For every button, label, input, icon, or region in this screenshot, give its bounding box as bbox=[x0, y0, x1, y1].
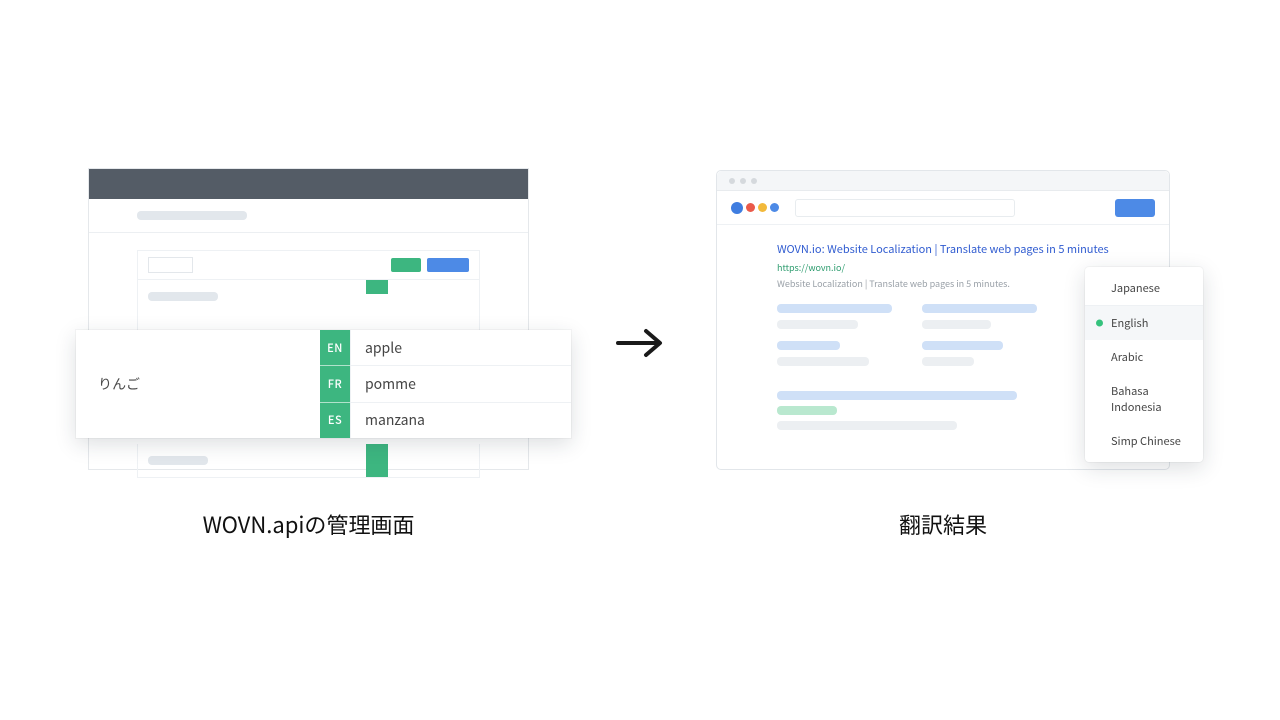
result-desc: Website Localization | Translate web pag… bbox=[777, 277, 1109, 290]
placeholder-line bbox=[148, 292, 218, 301]
placeholder-line bbox=[777, 421, 957, 430]
translation-track bbox=[366, 280, 388, 294]
placeholder-line bbox=[922, 341, 1003, 350]
language-option-label: English bbox=[1111, 315, 1148, 331]
selected-marker-icon bbox=[1096, 320, 1103, 327]
admin-filter-row bbox=[137, 250, 480, 280]
left-caption: WOVN.apiの管理画面 bbox=[88, 508, 529, 540]
placeholder-line bbox=[777, 320, 858, 329]
placeholder-line bbox=[777, 357, 869, 366]
translation-overlay: りんご EN FR ES apple pomme manzana bbox=[76, 330, 571, 438]
language-option[interactable]: Arabic bbox=[1085, 340, 1203, 374]
browser-titlebar bbox=[717, 171, 1169, 191]
filter-input[interactable] bbox=[148, 257, 193, 273]
lang-badge[interactable]: FR bbox=[320, 366, 350, 402]
placeholder-line bbox=[777, 406, 837, 415]
placeholder-line bbox=[777, 391, 1017, 400]
admin-titlebar bbox=[89, 169, 528, 199]
translation-cell[interactable]: manzana bbox=[351, 403, 571, 438]
browser-toolbar bbox=[717, 191, 1169, 225]
language-option[interactable]: Bahasa Indonesia bbox=[1085, 374, 1203, 424]
placeholder-line bbox=[922, 304, 1037, 313]
placeholder-line bbox=[922, 357, 974, 366]
placeholder-footer bbox=[777, 391, 1109, 430]
translation-cell[interactable]: apple bbox=[351, 330, 571, 366]
admin-subbar bbox=[89, 199, 528, 233]
translation-column: apple pomme manzana bbox=[350, 330, 571, 438]
placeholder-line bbox=[777, 304, 892, 313]
admin-entry-row bbox=[137, 444, 480, 478]
language-option[interactable]: Japanese bbox=[1085, 271, 1203, 306]
placeholder-line bbox=[922, 320, 991, 329]
result-url[interactable]: https://wovn.io/ bbox=[777, 261, 1109, 274]
traffic-light-icon bbox=[751, 178, 757, 184]
placeholder-line bbox=[137, 211, 247, 220]
lang-badge-column: EN FR ES bbox=[320, 330, 350, 438]
arrow-right-icon bbox=[616, 325, 664, 361]
placeholder-line bbox=[148, 456, 208, 465]
traffic-light-icon bbox=[729, 178, 735, 184]
translation-cell[interactable]: pomme bbox=[351, 366, 571, 402]
right-caption: 翻訳結果 bbox=[716, 508, 1170, 540]
translation-track bbox=[366, 444, 388, 477]
lang-badge[interactable]: ES bbox=[320, 403, 350, 438]
source-term: りんご bbox=[76, 330, 320, 438]
logo-icon bbox=[731, 202, 779, 214]
result-title[interactable]: WOVN.io: Website Localization | Translat… bbox=[777, 241, 1109, 257]
go-button[interactable] bbox=[1115, 199, 1155, 217]
language-option[interactable]: Simp Chinese bbox=[1085, 424, 1203, 458]
placeholder-line bbox=[777, 341, 840, 350]
traffic-light-icon bbox=[740, 178, 746, 184]
address-bar[interactable] bbox=[795, 199, 1015, 217]
primary-button[interactable] bbox=[427, 258, 469, 272]
language-menu[interactable]: Japanese English Arabic Bahasa Indonesia… bbox=[1085, 267, 1203, 462]
language-option-selected[interactable]: English bbox=[1085, 306, 1203, 340]
placeholder-columns bbox=[777, 304, 1109, 373]
confirm-button[interactable] bbox=[391, 258, 421, 272]
lang-badge[interactable]: EN bbox=[320, 330, 350, 366]
